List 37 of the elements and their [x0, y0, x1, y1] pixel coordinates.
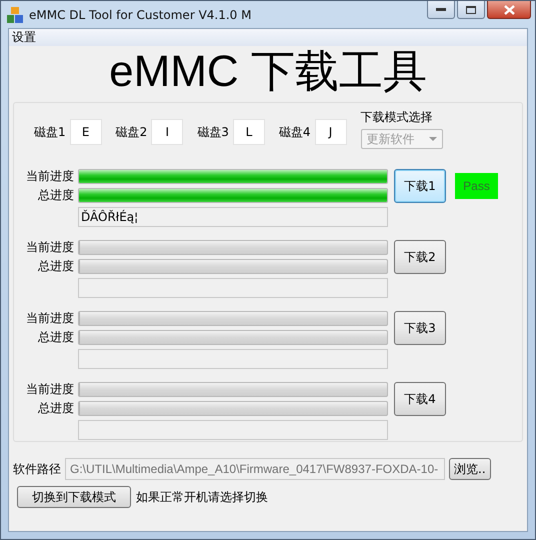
result-badge: Pass — [455, 173, 498, 199]
hint-text: 如果正常开机请选择切换 — [136, 488, 268, 506]
minimize-button[interactable] — [427, 1, 455, 19]
app-icon — [7, 6, 23, 22]
progress-label: 当前进度 — [26, 381, 74, 398]
progress-label: 当前进度 — [26, 168, 74, 185]
window-title: eMMC DL Tool for Customer V4.1.0 M — [29, 8, 252, 22]
maximize-icon — [466, 6, 476, 14]
download-button[interactable]: 下载2 — [394, 240, 446, 274]
maximize-button[interactable] — [457, 1, 485, 19]
disk-label: 磁盘1 — [34, 124, 66, 140]
download-button[interactable]: 下载1 — [394, 169, 446, 203]
dropdown-arrow-icon — [428, 136, 437, 142]
disk-label: 磁盘3 — [197, 124, 229, 140]
progress-label: 总进度 — [38, 329, 74, 346]
path-label: 软件路径 — [13, 460, 61, 478]
download-button[interactable]: 下载4 — [394, 382, 446, 416]
progress-label: 总进度 — [38, 258, 74, 275]
disk-field[interactable]: J — [314, 119, 347, 145]
disk-field[interactable]: L — [232, 119, 265, 145]
menu-item[interactable]: 设置 — [12, 29, 36, 46]
disk-field[interactable]: I — [151, 119, 184, 145]
download-button[interactable]: 下载3 — [394, 311, 446, 345]
progress-label: 总进度 — [38, 187, 74, 204]
disk-label: 磁盘2 — [116, 124, 148, 140]
status-field: ĎÂÔŘłÉą¦ — [78, 207, 388, 227]
progress-label: 当前进度 — [26, 310, 74, 327]
app-heading: eMMC 下载工具 — [108, 46, 428, 98]
disk-label: 磁盘4 — [278, 124, 311, 140]
switch-mode-button[interactable]: 切换到下载模式 — [17, 486, 131, 508]
mode-label: 下载模式选择 — [360, 109, 434, 126]
progress-label: 当前进度 — [26, 239, 74, 256]
minimize-icon — [436, 8, 446, 12]
close-button[interactable] — [487, 1, 531, 19]
close-icon — [504, 4, 514, 14]
disk-field[interactable]: E — [70, 119, 102, 145]
progress-label: 总进度 — [38, 400, 74, 417]
